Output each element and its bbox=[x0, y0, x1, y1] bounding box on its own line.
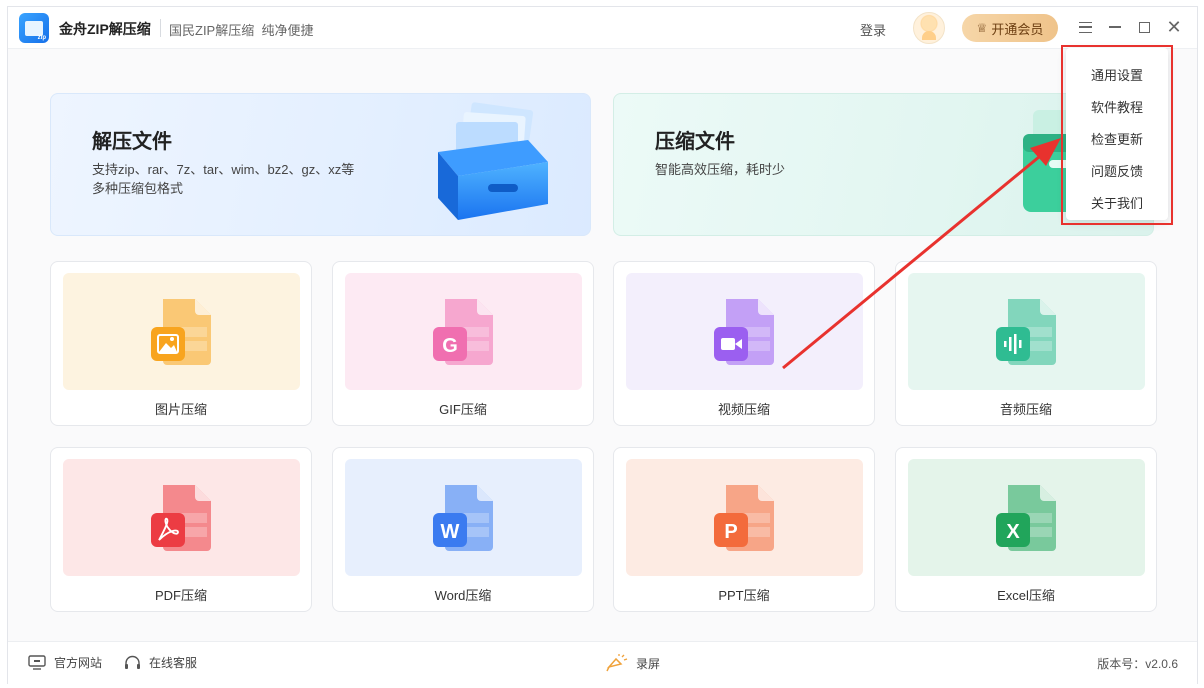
svg-text:P: P bbox=[724, 521, 737, 543]
tool-label: 视频压缩 bbox=[717, 402, 770, 417]
app-window: 金舟ZIP解压缩 国民ZIP解压缩 纯净便捷 登录 ♕ 开通会员 ✕ 解压文件 … bbox=[7, 6, 1198, 685]
menu-item-tutorial[interactable]: 软件教程 bbox=[1066, 97, 1168, 116]
extract-desc-line1: 支持zip、rar、7z、tar、wim、bz2、gz、xz等 bbox=[92, 162, 355, 177]
maximize-icon bbox=[1138, 21, 1150, 33]
tool-thumbnail bbox=[63, 273, 300, 390]
svg-text:W: W bbox=[440, 521, 459, 543]
extract-desc-line2: 多种压缩包格式 bbox=[92, 181, 184, 196]
menu-item-about-us[interactable]: 关于我们 bbox=[1066, 193, 1168, 212]
file-drawer-icon bbox=[438, 102, 548, 220]
app-logo-icon bbox=[19, 13, 49, 43]
tool-label: GIF压缩 bbox=[439, 402, 487, 417]
tool-card-pdf[interactable]: PDF压缩 bbox=[50, 447, 312, 612]
tool-thumbnail: X bbox=[908, 459, 1145, 576]
audio-file-icon bbox=[995, 298, 1056, 365]
online-service-link[interactable]: 在线客服 bbox=[124, 654, 197, 671]
tool-card-excel[interactable]: X Excel压缩 bbox=[895, 447, 1157, 612]
ppt-file-icon: P bbox=[713, 484, 774, 551]
avatar[interactable] bbox=[913, 12, 945, 44]
tool-card-audio[interactable]: 音频压缩 bbox=[895, 261, 1157, 426]
menu-item-feedback[interactable]: 问题反馈 bbox=[1066, 161, 1168, 180]
online-service-label: 在线客服 bbox=[149, 656, 198, 670]
record-icon bbox=[606, 654, 628, 672]
tool-card-word[interactable]: W Word压缩 bbox=[332, 447, 594, 612]
app-slogan: 国民ZIP解压缩 纯净便捷 bbox=[169, 23, 314, 38]
version-text: 版本号：v2.0.6 bbox=[1097, 657, 1178, 671]
official-website-label: 官方网站 bbox=[54, 656, 103, 670]
word-file-icon: W bbox=[432, 484, 493, 551]
tool-thumbnail bbox=[626, 273, 863, 390]
tool-thumbnail: W bbox=[345, 459, 582, 576]
extract-desc: 支持zip、rar、7z、tar、wim、bz2、gz、xz等 多种压缩包格式 bbox=[92, 160, 412, 198]
extract-files-card[interactable]: 解压文件 支持zip、rar、7z、tar、wim、bz2、gz、xz等 多种压… bbox=[50, 93, 591, 236]
tool-label: PDF压缩 bbox=[154, 588, 207, 603]
extract-title: 解压文件 bbox=[92, 131, 172, 153]
tool-thumbnail bbox=[908, 273, 1145, 390]
pdf-file-icon bbox=[150, 484, 211, 551]
tool-thumbnail bbox=[63, 459, 300, 576]
screen-record-link[interactable]: 录屏 bbox=[606, 654, 660, 672]
app-name: 金舟ZIP解压缩 bbox=[59, 21, 151, 37]
tool-thumbnail: P bbox=[626, 459, 863, 576]
vip-button[interactable]: ♕ 开通会员 bbox=[962, 14, 1058, 42]
official-website-link[interactable]: 官方网站 bbox=[28, 654, 102, 671]
login-link[interactable]: 登录 bbox=[860, 20, 886, 39]
menu-item-check-update[interactable]: 检查更新 bbox=[1066, 129, 1168, 148]
monitor-icon bbox=[28, 655, 46, 670]
gif-file-icon: G bbox=[432, 298, 493, 365]
compress-title: 压缩文件 bbox=[655, 131, 735, 153]
svg-text:G: G bbox=[442, 335, 458, 357]
settings-dropdown: 通用设置 软件教程 检查更新 问题反馈 关于我们 bbox=[1066, 48, 1168, 220]
crown-icon: ♕ bbox=[976, 21, 988, 35]
image-file-icon bbox=[150, 298, 211, 365]
close-button[interactable]: ✕ bbox=[1162, 15, 1186, 39]
menu-item-general-settings[interactable]: 通用设置 bbox=[1066, 65, 1168, 84]
compress-desc: 智能高效压缩，耗时少 bbox=[655, 160, 975, 179]
minimize-icon bbox=[1109, 26, 1121, 28]
title-bar: 金舟ZIP解压缩 国民ZIP解压缩 纯净便捷 登录 ♕ 开通会员 ✕ bbox=[8, 7, 1197, 49]
tool-card-ppt[interactable]: P PPT压缩 bbox=[613, 447, 875, 612]
excel-file-icon: X bbox=[995, 484, 1056, 551]
tool-label: Word压缩 bbox=[434, 588, 492, 603]
tool-card-video[interactable]: 视频压缩 bbox=[613, 261, 875, 426]
vip-label: 开通会员 bbox=[991, 21, 1044, 37]
title-divider bbox=[160, 19, 161, 37]
tool-card-gif[interactable]: G GIF压缩 bbox=[332, 261, 594, 426]
tool-thumbnail: G bbox=[345, 273, 582, 390]
tool-card-image[interactable]: 图片压缩 bbox=[50, 261, 312, 426]
maximize-button[interactable] bbox=[1132, 15, 1156, 39]
close-icon: ✕ bbox=[1166, 17, 1182, 37]
tool-label: Excel压缩 bbox=[997, 588, 1055, 603]
tool-label: 图片压缩 bbox=[154, 402, 207, 417]
menu-button[interactable] bbox=[1073, 15, 1097, 39]
minimize-button[interactable] bbox=[1103, 15, 1127, 39]
tool-label: 音频压缩 bbox=[999, 402, 1052, 417]
menu-icon bbox=[1078, 21, 1092, 33]
tool-label: PPT压缩 bbox=[718, 588, 770, 603]
footer-bar: 官方网站 在线客服 录屏 版本号：v2.0.6 bbox=[8, 641, 1197, 685]
video-file-icon bbox=[713, 298, 774, 365]
svg-text:X: X bbox=[1006, 521, 1020, 543]
headset-icon bbox=[125, 655, 140, 669]
compress-desc-line1: 智能高效压缩，耗时少 bbox=[655, 162, 786, 177]
screen-record-label: 录屏 bbox=[636, 656, 661, 671]
